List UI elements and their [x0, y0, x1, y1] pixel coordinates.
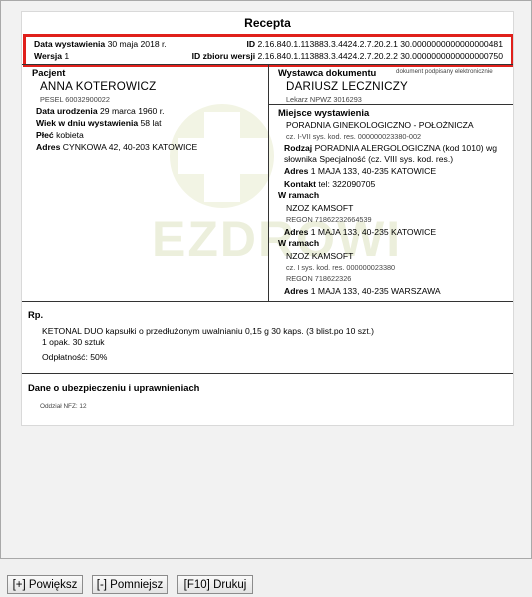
- place-type: Rodzaj PORADNIA ALERGOLOGICZNA (kod 1010…: [284, 143, 498, 153]
- version-row: Wersja 1 ID zbioru wersji 2.16.840.1.113…: [34, 51, 503, 61]
- zoom-in-button[interactable]: [+] Powiększ: [7, 575, 83, 594]
- version-value: 1: [64, 51, 70, 61]
- within-address-2: Adres 1 MAJA 133, 40-235 WARSZAWA: [284, 286, 441, 296]
- document-viewer[interactable]: EZDROWIE Recepta Data wystawienia 30 maj…: [0, 0, 532, 559]
- within-heading-1: W ramach: [278, 190, 320, 200]
- within-regon-2: REGON 718622326: [286, 274, 352, 283]
- place-address: Adres 1 MAJA 133, 40-235 KATOWICE: [284, 166, 437, 176]
- print-button[interactable]: [F10] Drukuj: [177, 575, 253, 594]
- place-name: PORADNIA GINEKOLOGICZNO - POŁOŻNICZA: [286, 120, 474, 130]
- drug-quantity: 1 opak. 30 sztuk: [42, 337, 105, 347]
- place-type-cont: słownika Specjalność (cz. VIII sys. kod.…: [284, 154, 454, 164]
- divider: [269, 104, 513, 105]
- issuer-name: DARIUSZ LECZNICZY: [286, 80, 408, 93]
- within-address-1: Adres 1 MAJA 133, 40-235 KATOWICE: [284, 227, 437, 237]
- rp-heading: Rp.: [28, 309, 44, 320]
- within-regon-1: REGON 71862232664539: [286, 215, 372, 224]
- document-title: Recepta: [244, 16, 291, 30]
- document-id: ID 2.16.840.1.113883.3.4424.2.7.20.2.1 3…: [246, 39, 503, 49]
- nfz-branch: Oddział NFZ: 12: [40, 403, 87, 410]
- patient-address: Adres CYNKOWA 42, 40-203 KATOWICE: [36, 142, 198, 152]
- patient-name: ANNA KOTEROWICZ: [40, 80, 157, 93]
- insurance-heading: Dane o ubezpieczeniu i uprawnieniach: [28, 382, 200, 393]
- issuer-heading: Wystawca dokumentu: [278, 67, 377, 78]
- place-code: cz. I-VII sys. kod. res. 000000023380-00…: [286, 132, 422, 141]
- prescription-document: EZDROWIE Recepta Data wystawienia 30 maj…: [21, 11, 514, 426]
- button-bar: [+] Powiększ [-] Pomniejsz [F10] Drukuj: [0, 569, 532, 597]
- drug-payment: Odpłatność: 50%: [42, 352, 108, 362]
- issue-date-row: Data wystawienia 30 maja 2018 r. ID 2.16…: [34, 39, 503, 49]
- zoom-out-button[interactable]: [-] Pomniejsz: [92, 575, 168, 594]
- within-code-2: cz. I sys. kod. res. 000000023380: [286, 263, 396, 272]
- highlighted-header: Data wystawienia 30 maja 2018 r. ID 2.16…: [23, 34, 513, 67]
- divider: [22, 373, 513, 374]
- version-label: Wersja: [34, 51, 63, 61]
- birth-date: Data urodzenia 29 marca 1960 r.: [36, 106, 165, 116]
- patient-pesel: PESEL 60032900022: [40, 95, 110, 104]
- place-heading: Miejsce wystawienia: [278, 107, 370, 118]
- issue-date-label: Data wystawienia: [34, 39, 106, 49]
- within-heading-2: W ramach: [278, 238, 320, 248]
- sex: Płeć kobieta: [36, 130, 84, 140]
- set-id: ID zbioru wersji 2.16.840.1.113883.3.442…: [191, 51, 503, 61]
- within-name-2: NZOZ KAMSOFT: [286, 251, 354, 261]
- issuer-license: Lekarz NPWZ 3016293: [286, 95, 362, 104]
- column-divider: [268, 64, 269, 301]
- contact: Kontakt tel: 322090705: [284, 179, 376, 189]
- patient-heading: Pacjent: [32, 67, 66, 78]
- within-name-1: NZOZ KAMSOFT: [286, 203, 354, 213]
- drug-name: KETONAL DUO kapsułki o przedłużonym uwal…: [42, 326, 374, 336]
- signed-note: dokument podpisany elektronicznie: [396, 68, 493, 75]
- age: Wiek w dniu wystawienia 58 lat: [36, 118, 162, 128]
- issue-date-value: 30 maja 2018 r.: [107, 39, 167, 49]
- divider: [22, 301, 513, 302]
